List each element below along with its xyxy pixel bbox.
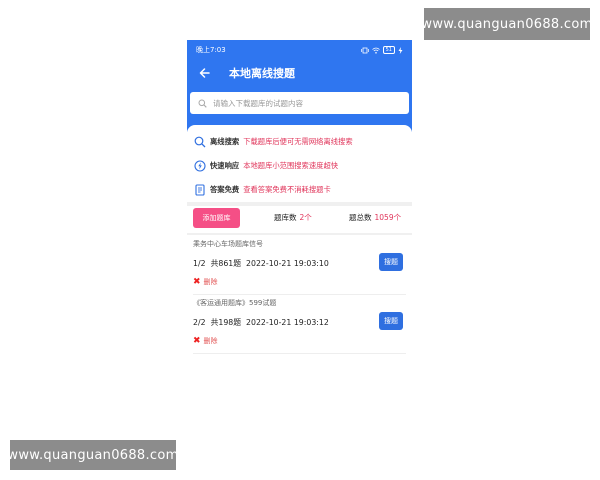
search-questions-button[interactable]: 搜题 (379, 253, 403, 271)
add-bank-button[interactable]: 添加题库 (193, 208, 240, 228)
feature-desc: 查看答案免费不消耗搜题卡 (243, 185, 331, 194)
bank-meta: 1/2 共861题 2022-10-21 19:03:10 (193, 258, 334, 269)
title-bar: 本地离线搜题 (187, 61, 412, 85)
bank-question-count: 共861题 (210, 259, 242, 268)
feature-free-answers: 答案免费 查看答案免费不消耗搜题卡 (193, 183, 331, 197)
content-card: 离线搜索 下载题库后便可无需网络离线搜索 快速响应 本地题库小范围搜索速度超快 … (187, 125, 412, 356)
app-header: 晚上7:03 51 本地离线搜题 (187, 40, 412, 132)
page-title: 本地离线搜题 (229, 67, 295, 80)
delete-button[interactable]: ✖ 删除 (193, 336, 218, 346)
phone-screen: 晚上7:03 51 本地离线搜题 离线搜索 (187, 40, 412, 356)
bank-progress: 2/2 (193, 318, 206, 327)
back-button[interactable] (187, 68, 221, 78)
delete-label: 删除 (203, 337, 218, 345)
bank-count: 题库数 2个 (274, 212, 312, 223)
watermark-top: www.quanguan0688.com (421, 8, 592, 40)
feature-desc: 下载题库后便可无需网络离线搜索 (243, 137, 353, 146)
search-bar[interactable] (190, 92, 409, 114)
watermark-bottom: www.quanguan0688.com (7, 440, 178, 470)
battery-icon: 51 (382, 46, 395, 54)
bank-list-item: 乘务中心车场题库信号 1/2 共861题 2022-10-21 19:03:10 搜… (193, 237, 406, 295)
search-icon (198, 99, 207, 108)
delete-label: 删除 (203, 278, 218, 286)
vibrate-icon (360, 47, 369, 53)
feature-label: 答案免费 (210, 185, 240, 194)
feature-fast-response: 快速响应 本地题库小范围搜索速度超快 (193, 159, 338, 173)
close-icon: ✖ (193, 335, 201, 346)
feature-label: 快速响应 (210, 161, 240, 170)
feature-offline-search: 离线搜索 下载题库后便可无需网络离线搜索 (193, 135, 353, 149)
bank-name: 乘务中心车场题库信号 (193, 240, 263, 248)
bank-progress: 1/2 (193, 259, 206, 268)
bank-name: 《客运通用题库》599试题 (193, 299, 277, 307)
question-total: 题总数 1059个 (349, 212, 401, 223)
bank-question-count: 共198题 (210, 318, 242, 327)
section-divider (187, 233, 412, 235)
search-questions-button[interactable]: 搜题 (379, 312, 403, 330)
bank-date: 2022-10-21 19:03:12 (246, 318, 329, 327)
close-icon: ✖ (193, 276, 201, 287)
charging-icon (398, 46, 403, 54)
bank-count-label: 题库数 (274, 213, 297, 222)
wifi-icon (371, 47, 380, 54)
delete-button[interactable]: ✖ 删除 (193, 277, 218, 287)
status-bar: 晚上7:03 51 (196, 44, 403, 56)
status-time: 晚上7:03 (196, 46, 226, 54)
feature-label: 离线搜索 (210, 137, 240, 146)
lightning-icon (193, 160, 207, 172)
stats-bar: 添加题库 题库数 2个 题总数 1059个 (187, 206, 412, 230)
bank-count-value: 2个 (299, 213, 312, 222)
bank-meta: 2/2 共198题 2022-10-21 19:03:12 (193, 317, 334, 328)
status-icons: 51 (360, 46, 403, 54)
back-arrow-icon (199, 68, 210, 78)
search-icon (193, 136, 207, 148)
question-total-label: 题总数 (349, 213, 372, 222)
bank-list-item: 《客运通用题库》599试题 2/2 共198题 2022-10-21 19:03:1… (193, 296, 406, 354)
search-input[interactable] (213, 98, 393, 108)
answer-sheet-icon (193, 184, 207, 196)
question-total-value: 1059个 (374, 213, 402, 222)
feature-desc: 本地题库小范围搜索速度超快 (243, 161, 339, 170)
bank-date: 2022-10-21 19:03:10 (246, 259, 329, 268)
